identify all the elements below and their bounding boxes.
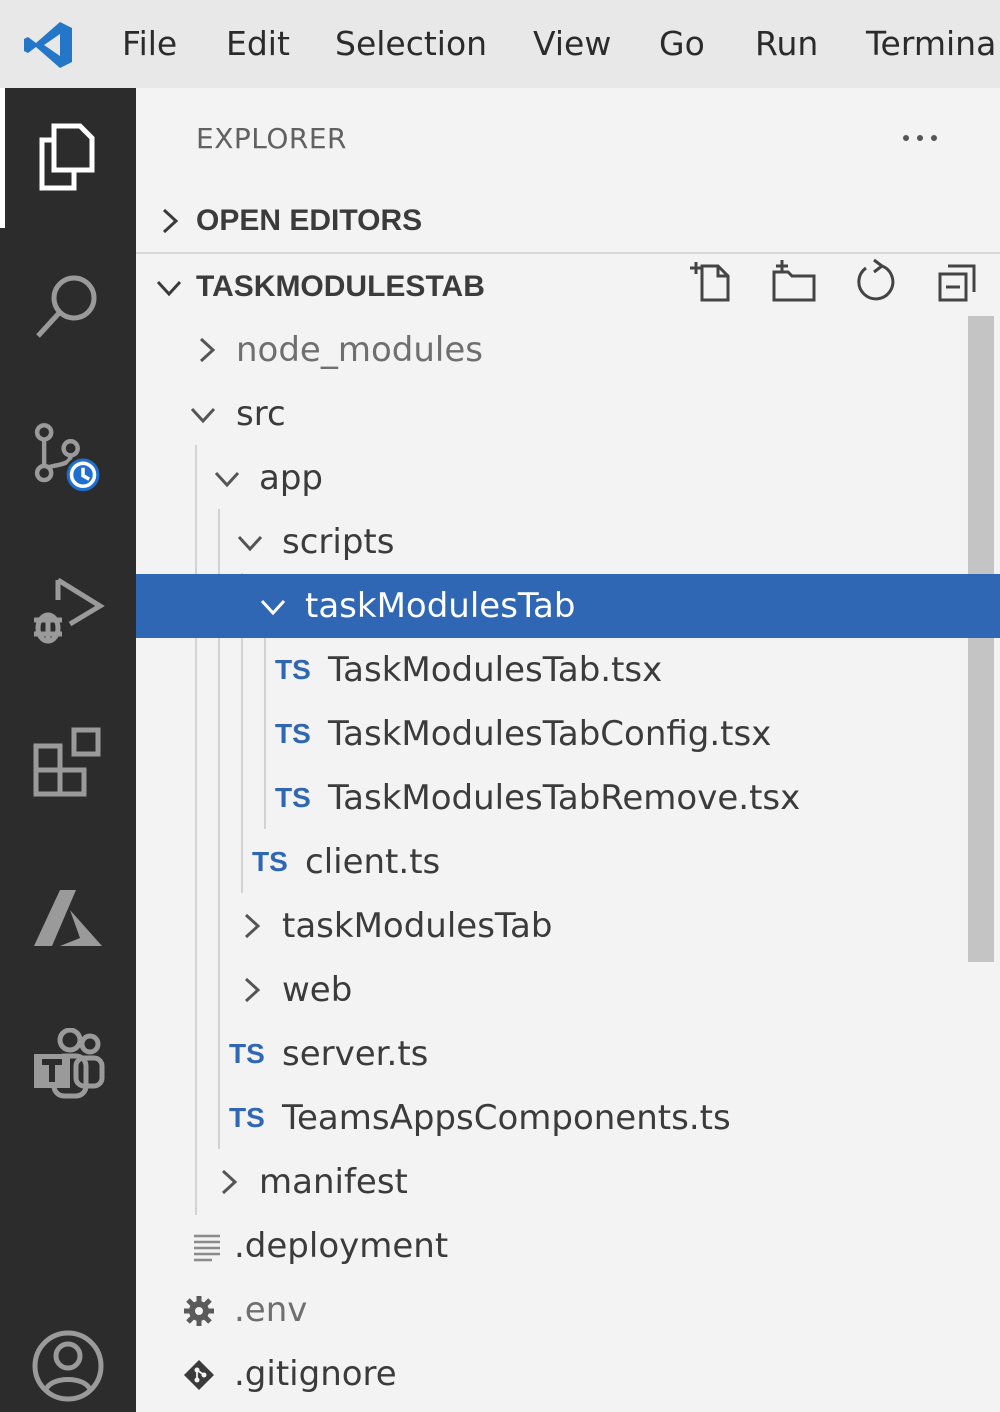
explorer-title: EXPLORER xyxy=(196,122,347,155)
chevron-right-icon xyxy=(244,977,261,1003)
tree-item-label: server.ts xyxy=(282,1034,429,1074)
tree-item-server-ts[interactable]: TS server.ts xyxy=(136,1022,1000,1086)
tree-item-label: taskModulesTab xyxy=(305,586,576,626)
tree-item-label: .deployment xyxy=(234,1226,449,1266)
tree-item-node-modules[interactable]: node_modules xyxy=(136,318,1000,382)
tree-item-label: TeamsAppsComponents.ts xyxy=(282,1098,731,1138)
tree-item-label: client.ts xyxy=(305,842,441,882)
tree-item-label: web xyxy=(282,970,353,1010)
tree-item-taskmodulestabremove-tsx[interactable]: TS TaskModulesTabRemove.tsx xyxy=(136,766,1000,830)
tree-item-teamsappscomponents-ts[interactable]: TS TeamsAppsComponents.ts xyxy=(136,1086,1000,1150)
source-control-icon[interactable] xyxy=(30,420,106,496)
chevron-right-icon xyxy=(199,337,216,363)
tree-item-label: manifest xyxy=(259,1162,408,1202)
tree-item-taskmodulestab-folder[interactable]: taskModulesTab xyxy=(136,574,1000,638)
text-file-icon xyxy=(194,1234,220,1262)
chevron-right-icon xyxy=(244,913,261,939)
chevron-down-icon xyxy=(237,535,263,552)
chevron-down-icon xyxy=(214,471,240,488)
search-icon[interactable] xyxy=(30,268,106,344)
tree-item-label: TaskModulesTab.tsx xyxy=(328,650,663,690)
account-icon[interactable] xyxy=(30,1326,106,1402)
typescript-icon: TS xyxy=(275,718,311,749)
typescript-icon: TS xyxy=(252,846,288,877)
tree-item-manifest[interactable]: manifest xyxy=(136,1150,1000,1214)
tree-item-deployment[interactable]: .deployment xyxy=(136,1214,1000,1278)
typescript-icon: TS xyxy=(229,1102,265,1133)
workspace-label: TASKMODULESTAB xyxy=(196,270,485,303)
tree-item-label: TaskModulesTabConfig.tsx xyxy=(328,714,772,754)
tree-item-web[interactable]: web xyxy=(136,958,1000,1022)
new-file-icon[interactable] xyxy=(688,258,736,306)
extensions-icon[interactable] xyxy=(30,724,106,800)
tree-item-gitignore[interactable]: .gitignore xyxy=(136,1342,1000,1406)
tree-item-label: TaskModulesTabRemove.tsx xyxy=(328,778,801,818)
gear-icon xyxy=(184,1296,214,1326)
menu-edit[interactable]: Edit xyxy=(226,22,290,66)
open-editors-header[interactable]: OPEN EDITORS xyxy=(136,192,1000,252)
tree-item-label: node_modules xyxy=(236,330,483,370)
tree-item-label: taskModulesTab xyxy=(282,906,553,946)
tree-item-app[interactable]: app xyxy=(136,446,1000,510)
vscode-logo-icon[interactable] xyxy=(22,20,74,70)
section-divider xyxy=(136,252,1000,254)
chevron-down-icon xyxy=(156,280,182,297)
menu-run[interactable]: Run xyxy=(755,22,818,66)
collapse-all-icon[interactable] xyxy=(934,258,982,306)
new-folder-icon[interactable] xyxy=(770,258,818,306)
tree-item-src[interactable]: src xyxy=(136,382,1000,446)
explorer-icon[interactable] xyxy=(30,118,106,194)
chevron-right-icon xyxy=(162,208,179,234)
explorer-sidebar: EXPLORER OPEN EDITORS TASKMODULESTAB nod… xyxy=(136,88,1000,1412)
tree-item-label: src xyxy=(236,394,286,434)
tree-item-env[interactable]: .env xyxy=(136,1278,1000,1342)
typescript-icon: TS xyxy=(275,654,311,685)
chevron-down-icon xyxy=(260,599,286,616)
azure-icon[interactable] xyxy=(30,880,106,956)
typescript-icon: TS xyxy=(275,782,311,813)
ellipsis-icon[interactable] xyxy=(900,118,940,158)
tree-item-scripts[interactable]: scripts xyxy=(136,510,1000,574)
open-editors-label: OPEN EDITORS xyxy=(196,204,423,237)
teams-toolkit-icon[interactable] xyxy=(30,1028,106,1104)
tree-item-label: app xyxy=(259,458,323,498)
chevron-right-icon xyxy=(221,1169,238,1195)
menu-selection[interactable]: Selection xyxy=(335,22,487,66)
tree-item-label: scripts xyxy=(282,522,395,562)
run-debug-icon[interactable] xyxy=(30,572,106,648)
tree-item-label: .gitignore xyxy=(234,1354,397,1394)
typescript-icon: TS xyxy=(229,1038,265,1069)
menu-view[interactable]: View xyxy=(533,22,611,66)
menu-terminal[interactable]: Termina xyxy=(866,22,996,66)
tree-item-taskmodulestab-subfolder[interactable]: taskModulesTab xyxy=(136,894,1000,958)
git-icon xyxy=(184,1360,214,1390)
tree-item-label: .env xyxy=(234,1290,308,1330)
menu-go[interactable]: Go xyxy=(659,22,705,66)
menu-bar: File Edit Selection View Go Run Termina xyxy=(0,0,1000,89)
tree-item-client-ts[interactable]: TS client.ts xyxy=(136,830,1000,894)
active-indicator xyxy=(0,88,5,228)
tree-item-taskmodulestab-tsx[interactable]: TS TaskModulesTab.tsx xyxy=(136,638,1000,702)
tree-item-taskmodulestabconfig-tsx[interactable]: TS TaskModulesTabConfig.tsx xyxy=(136,702,1000,766)
menu-file[interactable]: File xyxy=(122,22,177,66)
chevron-down-icon xyxy=(190,407,216,424)
activity-bar xyxy=(0,88,136,1412)
refresh-icon[interactable] xyxy=(852,258,900,306)
